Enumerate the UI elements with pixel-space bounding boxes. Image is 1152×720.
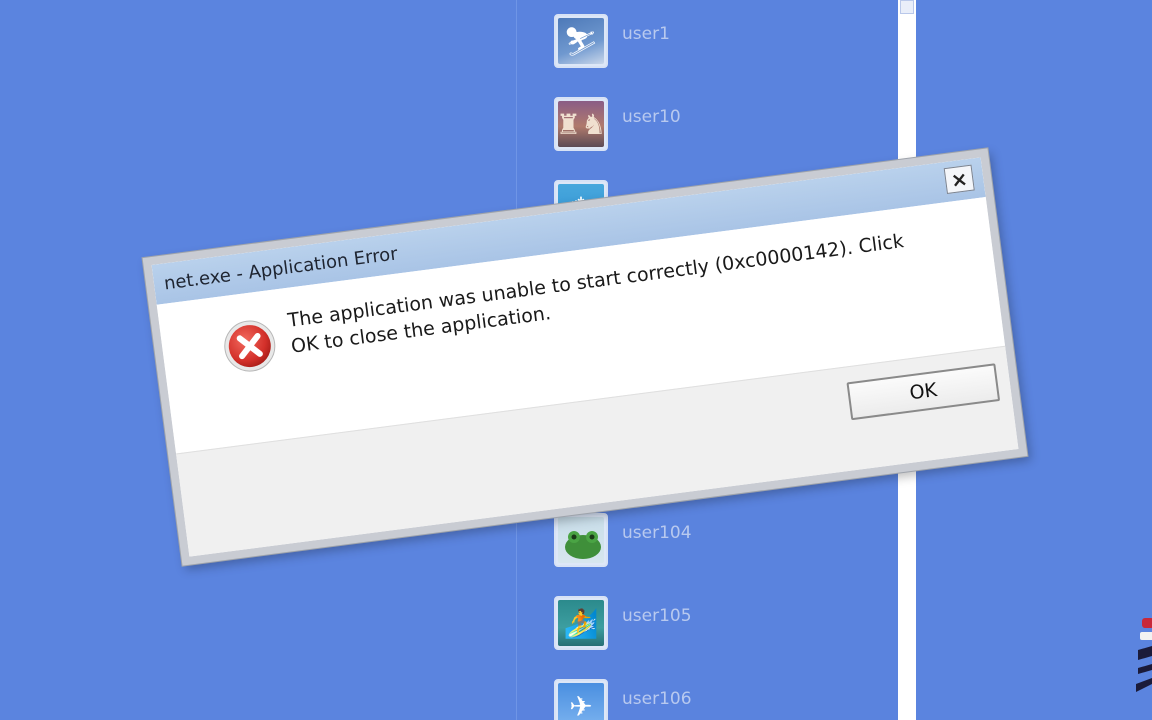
user-list-item[interactable]: ♜♞ user10 — [554, 97, 814, 153]
user-list-item[interactable]: 🏄 user105 — [554, 596, 814, 652]
user-list-item[interactable]: user104 — [554, 513, 814, 569]
close-button[interactable]: × — [943, 164, 975, 195]
user-avatar: ♜♞ — [554, 97, 608, 151]
chess-icon: ♜♞ — [556, 101, 606, 147]
error-icon — [224, 320, 276, 372]
user-avatar: ⛷ — [554, 14, 608, 68]
user-avatar — [554, 513, 608, 567]
user-name: user10 — [622, 107, 681, 127]
airplane-icon: ✈ — [558, 683, 604, 720]
user-list-item[interactable]: ⛷ user1 — [554, 14, 814, 70]
user-name: user105 — [622, 606, 692, 626]
corner-logo-icon — [1136, 618, 1152, 692]
ok-button[interactable]: OK — [846, 363, 1001, 421]
scrollbar-thumb[interactable] — [900, 0, 914, 14]
user-name: user104 — [622, 523, 692, 543]
user-avatar: 🏄 — [554, 596, 608, 650]
user-avatar: ✈ — [554, 679, 608, 720]
frog-icon — [558, 517, 604, 563]
user-name: user106 — [622, 689, 692, 709]
surfer-icon: 🏄 — [558, 600, 604, 646]
skater-icon: ⛷ — [558, 18, 604, 64]
user-list-item[interactable]: ✈ user106 — [554, 679, 814, 720]
user-name: user1 — [622, 24, 670, 44]
close-icon: × — [949, 166, 970, 193]
